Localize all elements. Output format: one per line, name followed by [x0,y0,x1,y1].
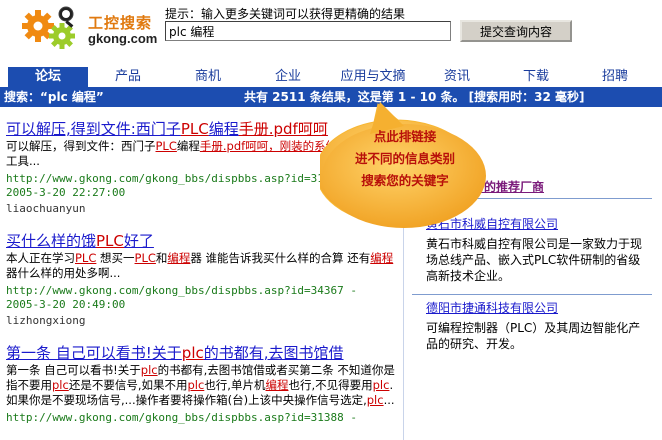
keyword-highlight: plc [140,363,158,377]
tab-business[interactable]: 商机 [168,67,248,87]
result-snippet: 第一条 自己可以看书!关于plc的书都有,去图书馆借或者买第二条 不知道你是指不… [6,363,404,408]
tab-downloads[interactable]: 下载 [496,67,576,87]
text-segment: 本人正在学习 [6,251,75,265]
text-segment: 可以解压，得到文件：西门子 [6,139,156,153]
result-title-link[interactable]: 第一条 自己可以看书!关于plc的书都有,去图书馆借 [6,344,404,362]
keyword-highlight: 编程 [370,251,394,265]
text-segment: 想买一 [96,251,135,265]
keyword-highlight: plc [366,393,384,407]
tab-jobs[interactable]: 招聘 [576,67,654,87]
keyword-highlight: plc [187,378,205,392]
keyword-highlight: PLC [180,120,209,138]
vendor-name-link[interactable]: 德阳市捷通科技有限公司 [426,300,652,316]
gkong-logo[interactable]: 工控搜索 gkong.com [22,4,162,54]
text-segment: 可以解压,得到文件:西门子 [6,120,181,138]
keyword-highlight: PLC [96,232,124,250]
result-snippet: 本人正在学习PLC 想买一PLC和编程器 谁能告诉我买什么样的合算 还有编程器什… [6,251,404,281]
gear-icon [22,6,75,49]
tab-companies[interactable]: 企业 [248,67,328,87]
text-segment: 也行,不见得要用 [288,378,373,392]
divider [412,294,652,295]
vendor-item: 德阳市捷通科技有限公司 可编程控制器（PLC）及其周边智能化产品的研究、开发。 [426,300,652,352]
text-segment: 和 [155,251,168,265]
text-segment: 第一条 自己可以看书!关于 [6,363,141,377]
header: 工控搜索 gkong.com 提示：输入更多关键词可以获得更精确的结果 提交查询… [0,0,662,62]
keyword-highlight: plc [181,344,204,362]
text-segment: 器什么样的用处多啊... [6,266,121,280]
tip-line: 进不同的信息类别 [354,151,455,166]
text-segment: 工具... [6,154,40,168]
logo-domain: gkong.com [88,31,158,46]
tip-line: 点此排链接 [373,129,437,144]
keyword-highlight: 编程 [265,378,289,392]
search-hint: 提示：输入更多关键词可以获得更精确的结果 [165,7,406,21]
text-segment: 器 谁能告诉我买什么样的合算 还有 [190,251,371,265]
result-title-link[interactable]: 买什么样的饿PLC好了 [6,232,404,250]
search-input[interactable] [165,21,451,41]
category-tabs: 论坛 产品 商机 企业 应用与文摘 资讯 下载 招聘 [8,67,654,87]
result-url[interactable]: http://www.gkong.com/gkong_bbs/dispbbs.a… [6,284,404,298]
keyword-highlight: 手册.pdf呵呵 [238,120,328,138]
keyword-highlight: PLC [75,251,97,265]
text-segment: 还是不要信号,如果不用 [68,378,188,392]
search-query-label: 搜索：“plc 编程” [4,90,104,104]
tip-callout-text: 点此排链接 进不同的信息类别 搜索您的关键字 [324,126,486,192]
result-item: 第一条 自己可以看书!关于plc的书都有,去图书馆借 第一条 自己可以看书!关于… [6,344,404,425]
vendor-description: 黄石市科威自控有限公司是一家致力于现场总线产品、嵌入式PLC软件研制的省级高新技… [426,237,643,283]
submit-search-button[interactable]: 提交查询内容 [460,20,572,42]
text-segment: 编程 [208,120,239,138]
text-segment: 也行,单片机 [204,378,266,392]
tip-line: 搜索您的关键字 [361,173,449,188]
keyword-highlight: plc [372,378,390,392]
logo-title: 工控搜索 [88,14,153,32]
tab-applications[interactable]: 应用与文摘 [328,67,418,87]
result-url[interactable]: http://www.gkong.com/gkong_bbs/dispbbs.a… [6,411,404,425]
keyword-highlight: plc [52,378,69,392]
text-segment: 编程 [176,139,200,153]
result-date: 2005-3-20 20:49:00 [6,298,126,311]
result-item: 买什么样的饿PLC好了 本人正在学习PLC 想买一PLC和编程器 谁能告诉我买什… [6,232,404,328]
text-segment: 的书都有,去图书馆借 [203,344,344,362]
tab-products[interactable]: 产品 [88,67,168,87]
tab-news[interactable]: 资讯 [418,67,496,87]
keyword-highlight: PLC [155,139,177,153]
text-segment: 好了 [123,232,154,250]
keyword-highlight: PLC [134,251,156,265]
vendor-description: 可编程控制器（PLC）及其周边智能化产品的研究、开发。 [426,321,641,351]
tab-forum[interactable]: 论坛 [8,67,88,87]
text-segment: ... [383,393,395,407]
result-author: lizhongxiong [6,314,86,327]
text-segment: 买什么样的饿 [6,232,97,250]
keyword-highlight: 编程 [167,251,191,265]
text-segment: 第一条 自己可以看书!关于 [6,344,182,362]
